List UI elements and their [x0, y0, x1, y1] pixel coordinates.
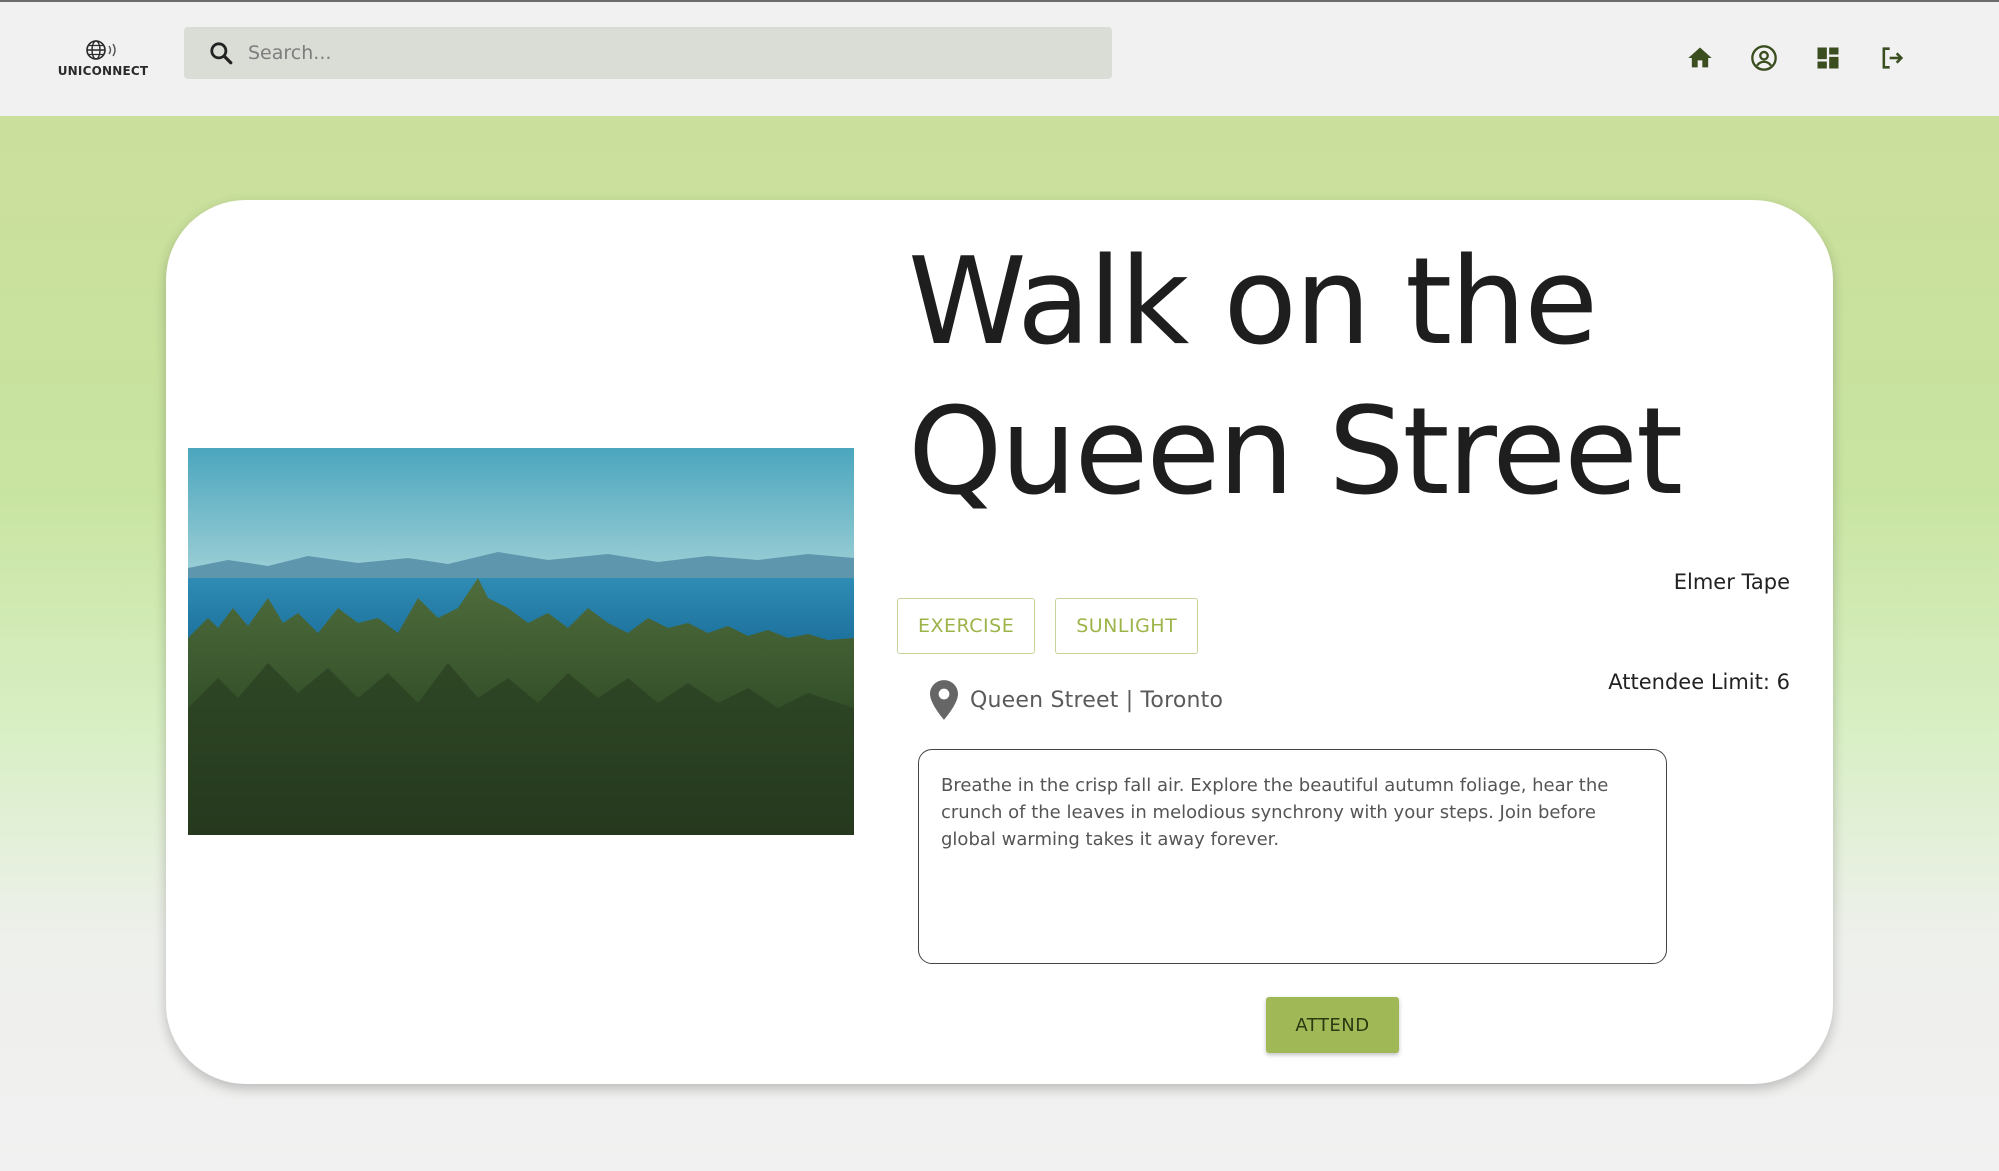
location-text: Queen Street | Toronto [970, 687, 1224, 713]
location-pin-icon [930, 680, 958, 720]
top-bar: UNICONNECT [0, 0, 1999, 116]
tag-exercise[interactable]: EXERCISE [897, 598, 1036, 654]
event-title-line2: Queen Street [908, 383, 1683, 522]
event-location: Queen Street | Toronto [930, 680, 1223, 720]
attend-button[interactable]: ATTEND [1266, 997, 1399, 1053]
dashboard-icon[interactable] [1814, 44, 1842, 72]
tag-sunlight[interactable]: SUNLIGHT [1055, 598, 1199, 654]
account-circle-icon[interactable] [1750, 44, 1778, 72]
attendee-limit: Attendee Limit: 6 [1608, 670, 1790, 694]
app-logo[interactable]: UNICONNECT [58, 38, 148, 84]
search-input[interactable] [248, 42, 1068, 64]
event-description[interactable]: Breathe in the crisp fall air. Explore t… [918, 749, 1667, 964]
event-photo [188, 448, 854, 835]
nav-icons [1686, 44, 1906, 72]
tag-list: EXERCISE SUNLIGHT [897, 598, 1199, 654]
event-title-line1: Walk on the [908, 233, 1598, 372]
logo-text: UNICONNECT [57, 64, 149, 78]
logout-icon[interactable] [1878, 44, 1906, 72]
event-host: Elmer Tape [1673, 570, 1790, 594]
search-icon [208, 40, 234, 66]
search-bar [184, 27, 1112, 79]
home-icon[interactable] [1686, 44, 1714, 72]
globe-icon [80, 38, 126, 62]
event-title: Walk on the Queen Street [908, 228, 1808, 528]
